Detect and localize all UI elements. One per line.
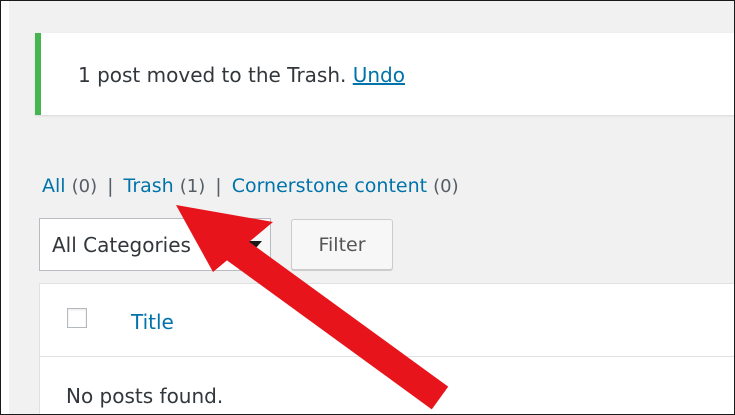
select-all-checkbox[interactable] (67, 308, 87, 328)
view-separator: | (215, 175, 222, 197)
posts-list-page: 1 post moved to the Trash. Undo All (0) |… (9, 1, 734, 414)
posts-table: Title No posts found. (39, 283, 734, 414)
view-all-label: All (42, 175, 66, 197)
table-header-row: Title (40, 284, 734, 357)
view-cornerstone-label: Cornerstone content (231, 175, 428, 197)
screenshot-frame: 1 post moved to the Trash. Undo All (0) |… (0, 0, 735, 415)
notice-text: 1 post moved to the Trash. Undo (78, 63, 405, 87)
trash-notice: 1 post moved to the Trash. Undo (35, 33, 734, 115)
post-status-views: All (0) | Trash (1) | Cornerstone content (0… (42, 175, 459, 197)
empty-message: No posts found. (66, 384, 224, 408)
view-all-count: (0) (71, 176, 98, 197)
notice-message: 1 post moved to the Trash. (78, 63, 347, 87)
view-separator: | (107, 175, 114, 197)
dropdown-arrow-icon[interactable] (239, 219, 270, 270)
view-trash-link[interactable]: Trash (1) (124, 175, 206, 197)
category-selected-value: All Categories (52, 233, 191, 257)
title-column-header[interactable]: Title (131, 310, 174, 334)
view-trash-count: (1) (179, 176, 206, 197)
undo-link[interactable]: Undo (353, 63, 405, 87)
filter-button[interactable]: Filter (291, 219, 393, 270)
view-trash-label: Trash (123, 175, 174, 197)
view-all-link[interactable]: All (0) (42, 175, 97, 197)
view-cornerstone-link[interactable]: Cornerstone content (0) (232, 175, 459, 197)
category-dropdown[interactable]: All Categories (39, 218, 271, 271)
view-cornerstone-count: (0) (433, 176, 459, 197)
